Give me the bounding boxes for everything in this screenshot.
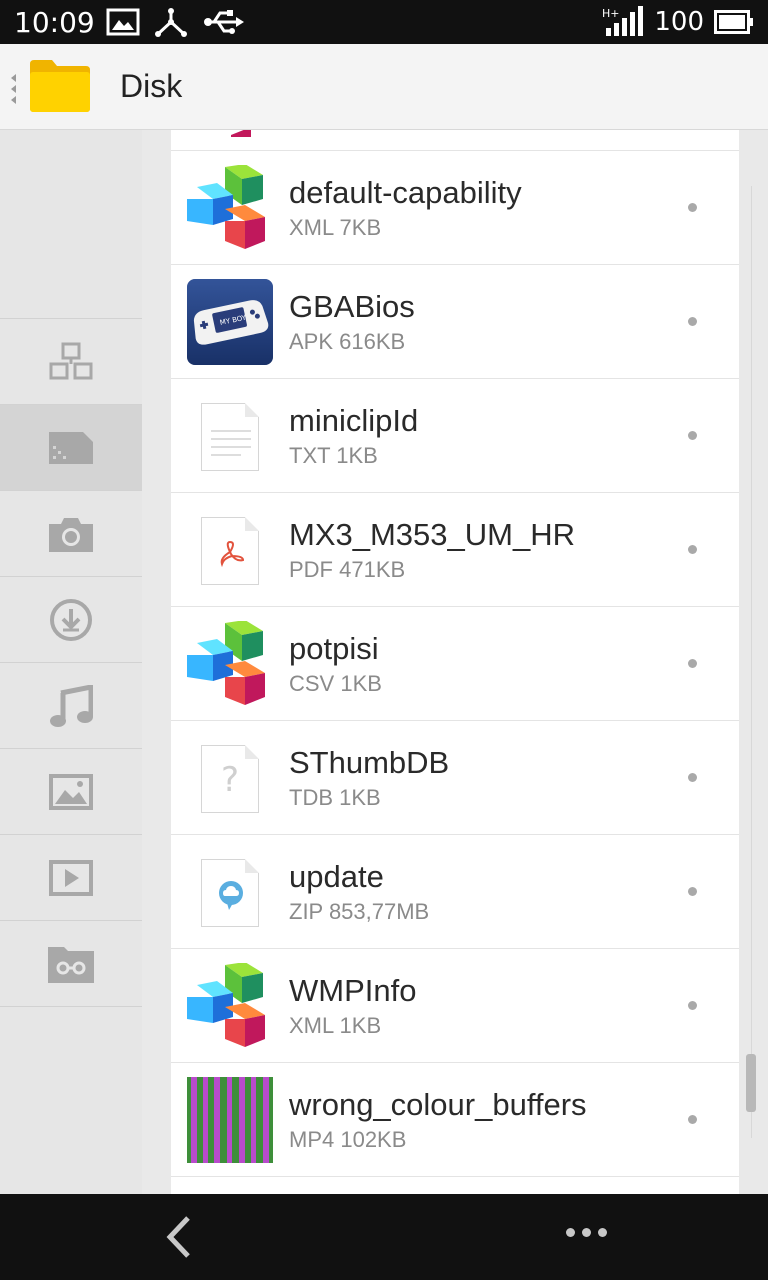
text-file-icon: [187, 393, 273, 479]
file-options-button[interactable]: [688, 773, 697, 782]
dot-icon: [582, 1228, 591, 1237]
file-options-button[interactable]: [688, 203, 697, 212]
sd-card-icon: [49, 431, 93, 464]
file-meta: TDB 1KB: [289, 785, 381, 810]
sidebar-item-videos[interactable]: [0, 834, 142, 920]
share-notification-icon: [155, 8, 187, 37]
scrollbar-track[interactable]: [751, 186, 752, 1138]
sidebar-item-private[interactable]: [0, 920, 142, 1006]
file-name: miniclipId: [289, 403, 419, 438]
more-options-button[interactable]: [566, 1228, 607, 1237]
list-item[interactable]: MY BOY GBABios APK 616KB: [171, 264, 739, 378]
sidebar-item-images[interactable]: [0, 748, 142, 834]
file-name: update: [289, 859, 384, 894]
sidebar-item-music[interactable]: [0, 662, 142, 748]
battery-icon: [714, 10, 753, 34]
sidebar-item-camera[interactable]: [0, 490, 142, 576]
file-name: SThumbDB: [289, 745, 450, 780]
page-title: Disk: [120, 68, 183, 104]
office-cubes-icon: [187, 963, 265, 1047]
file-list[interactable]: default-capability XML 7KB MY BOY GBABio…: [171, 130, 739, 1194]
file-meta: ZIP 853,77MB: [289, 899, 430, 924]
list-item[interactable]: ? SThumbDB TDB 1KB: [171, 720, 739, 834]
bottom-bar: [0, 1194, 768, 1280]
gallery-notification-icon: [106, 8, 140, 36]
list-item[interactable]: WMPInfo XML 1KB: [171, 948, 739, 1062]
file-options-button[interactable]: [688, 1115, 697, 1124]
download-icon: [50, 598, 92, 641]
usb-icon: [204, 10, 244, 34]
list-item[interactable]: update ZIP 853,77MB: [171, 834, 739, 948]
list-item[interactable]: MX3_M353_UM_HR PDF 471KB: [171, 492, 739, 606]
dot-icon: [566, 1228, 575, 1237]
list-item-partial[interactable]: [171, 130, 739, 150]
file-name: wrong_colour_buffers: [289, 1087, 587, 1122]
scrollbar-thumb[interactable]: [746, 1054, 756, 1112]
file-name: GBABios: [289, 289, 415, 324]
file-name: MX3_M353_UM_HR: [289, 517, 575, 552]
unknown-file-icon: ?: [187, 735, 273, 821]
file-meta: XML 1KB: [289, 1013, 382, 1038]
office-cubes-icon: [187, 621, 265, 705]
status-bar: 10:09 H+ 100: [0, 0, 768, 44]
list-item[interactable]: potpisi CSV 1KB: [171, 606, 739, 720]
file-meta: APK 616KB: [289, 329, 406, 354]
file-meta: CSV 1KB: [289, 671, 382, 696]
file-name: WMPInfo: [289, 973, 417, 1008]
file-meta: XML 7KB: [289, 215, 382, 240]
office-cubes-icon: [187, 165, 265, 249]
list-item[interactable]: default-capability XML 7KB: [171, 150, 739, 264]
network-icon: [49, 342, 93, 379]
pdf-file-icon: [187, 507, 273, 593]
image-icon: [49, 773, 93, 810]
back-button[interactable]: [162, 1214, 196, 1260]
partial-file-icon: [231, 130, 251, 137]
sidebar-item-sd-card[interactable]: [0, 404, 142, 490]
dot-icon: [598, 1228, 607, 1237]
video-icon: [49, 859, 93, 896]
video-thumbnail: [187, 1077, 273, 1163]
file-name: default-capability: [289, 175, 522, 210]
file-meta: TXT 1KB: [289, 443, 378, 468]
action-bar: Disk: [0, 44, 768, 130]
cloud-file-icon: [187, 849, 273, 935]
private-folder-icon: [48, 946, 94, 983]
svg-text:H+: H+: [602, 7, 620, 20]
file-meta: PDF 471KB: [289, 557, 406, 582]
status-time: 10:09: [14, 6, 95, 39]
drawer-handle-icon[interactable]: [10, 72, 18, 106]
folder-icon: [30, 60, 90, 112]
list-item[interactable]: miniclipId TXT 1KB: [171, 378, 739, 492]
sidebar-item-downloads[interactable]: [0, 576, 142, 662]
sidebar-item-network[interactable]: [0, 318, 142, 404]
file-options-button[interactable]: [688, 431, 697, 440]
file-options-button[interactable]: [688, 545, 697, 554]
myboy-app-icon: MY BOY: [187, 279, 273, 365]
battery-level: 100: [654, 7, 704, 37]
sidebar-divider: [0, 1006, 142, 1007]
list-item-partial[interactable]: [171, 1176, 739, 1194]
file-options-button[interactable]: [688, 659, 697, 668]
signal-icon: H+: [602, 6, 644, 36]
file-options-button[interactable]: [688, 317, 697, 326]
list-item[interactable]: wrong_colour_buffers MP4 102KB: [171, 1062, 739, 1176]
file-meta: MP4 102KB: [289, 1127, 407, 1152]
file-options-button[interactable]: [688, 887, 697, 896]
file-options-button[interactable]: [688, 1001, 697, 1010]
music-icon: [50, 684, 93, 727]
file-name: potpisi: [289, 631, 379, 666]
sidebar: [0, 130, 142, 1194]
camera-icon: [49, 517, 93, 552]
